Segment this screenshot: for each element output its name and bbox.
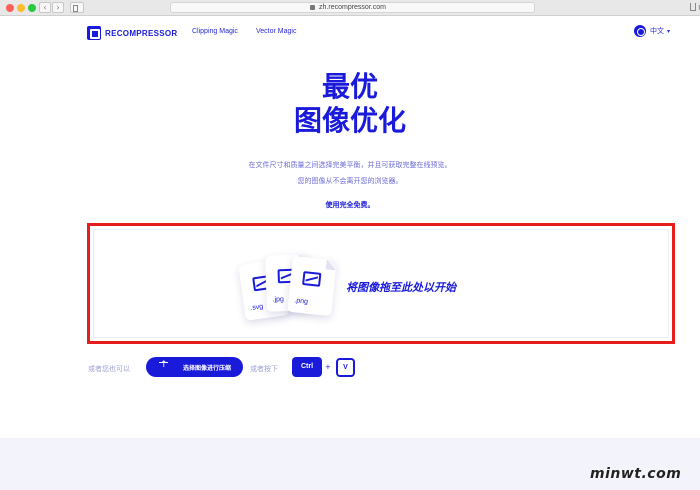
browser-toolbar: ‹ › zh.recompressor.com ↻ (0, 0, 700, 16)
file-extension: .svg (249, 303, 264, 313)
globe-icon (634, 25, 646, 37)
file-extension: .png (293, 297, 309, 306)
free-note: 使用完全免费。 (325, 201, 375, 209)
or-text: 或者您也可以 (88, 365, 130, 373)
forward-button[interactable]: › (52, 2, 64, 13)
share-icon[interactable] (690, 3, 696, 11)
sidebar-toggle-button[interactable] (70, 2, 84, 13)
logo-text: RECOMPRESSOR (105, 28, 178, 38)
logo[interactable]: RECOMPRESSOR (87, 26, 178, 40)
minimize-window-button[interactable] (17, 4, 25, 12)
language-selector[interactable]: 中文 ▾ (634, 25, 670, 37)
chevron-down-icon: ▾ (667, 27, 671, 35)
ctrl-key-badge: Ctrl (292, 357, 322, 377)
image-file-icon (302, 271, 322, 287)
footer-band (0, 438, 700, 490)
drop-zone-label: 将图像拖至此处以开始 (346, 281, 456, 294)
url-text: zh.recompressor.com (319, 4, 386, 11)
v-key-badge: V (336, 358, 355, 377)
logo-icon (87, 26, 101, 40)
plus-sign: + (325, 363, 331, 371)
png-file-card: .png (287, 255, 337, 317)
page-fold-icon (325, 259, 337, 271)
select-image-label: 选择图像进行压缩 (183, 364, 232, 372)
address-bar[interactable]: zh.recompressor.com ↻ (170, 2, 700, 13)
file-extension: .jpg (272, 296, 284, 304)
hero-title-line2: 图像优化 (293, 104, 406, 137)
hero-subtitle-line1: 在文件尺寸和质量之间选择完美平衡，并且可获取完整在线预览。 (248, 161, 452, 169)
nav-link-clipping-magic[interactable]: Clipping Magic (192, 28, 238, 35)
select-image-button[interactable]: 选择图像进行压缩 (146, 357, 243, 377)
or-press-text: 或者按下 (250, 365, 278, 373)
upload-icon (159, 360, 169, 372)
maximize-window-button[interactable] (28, 4, 36, 12)
watermark: minwt.com (590, 466, 682, 482)
lock-icon (310, 5, 315, 10)
back-button[interactable]: ‹ (39, 2, 51, 13)
close-window-button[interactable] (6, 4, 14, 12)
nav-link-vector-magic[interactable]: Vector Magic (256, 28, 296, 35)
language-label: 中文 (650, 27, 664, 35)
hero-subtitle-line2: 您的图像从不会离开您的浏览器。 (297, 177, 403, 185)
hero-title-line1: 最优 (321, 70, 378, 103)
